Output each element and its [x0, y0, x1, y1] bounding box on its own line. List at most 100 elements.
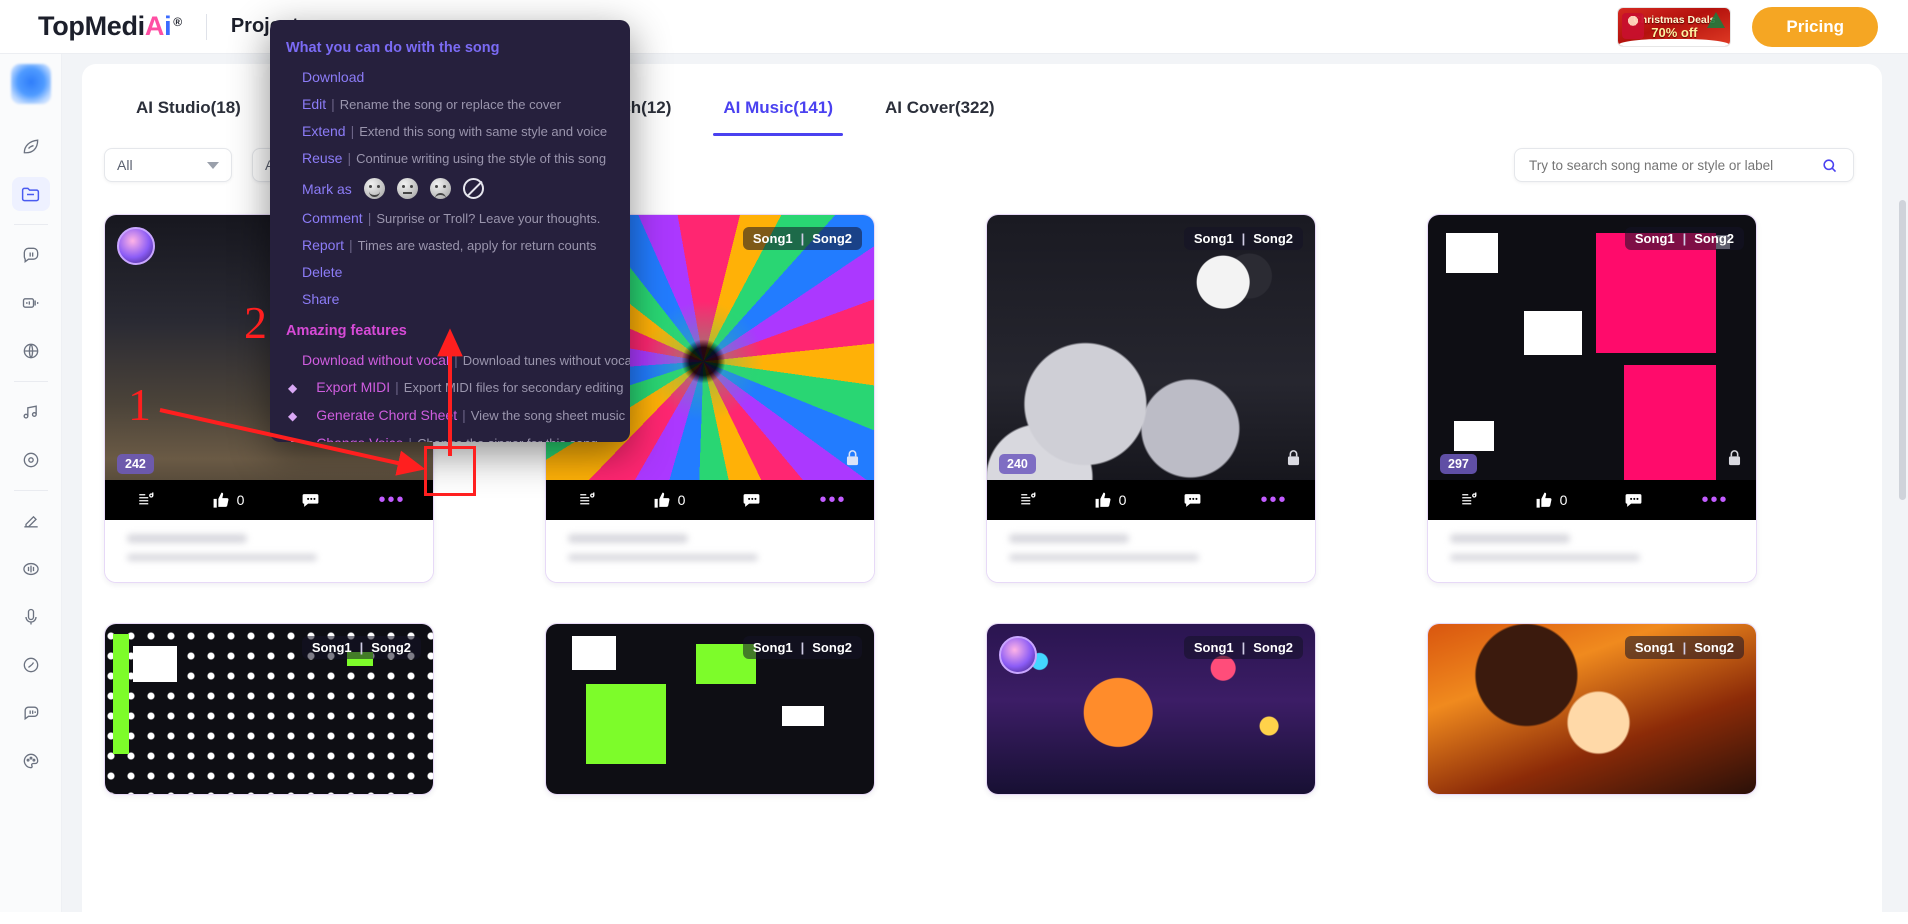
badge-separator: |: [359, 640, 364, 655]
menu-item-edit[interactable]: Edit | Rename the song or replace the cove…: [270, 91, 630, 118]
song-card[interactable]: Song1 | Song2 297 0 •••: [1427, 214, 1757, 583]
menu-item-extend[interactable]: Extend | Extend this song with same style …: [270, 118, 630, 145]
ellipsis-icon: •••: [1701, 489, 1729, 511]
menu-item-export-midi[interactable]: ◆ Export MIDI | Export MIDI files for secon…: [270, 374, 630, 402]
badge-separator: |: [1682, 231, 1687, 246]
menu-item-generate-chord-sheet-desc: View the song sheet music: [470, 408, 626, 423]
search-input[interactable]: [1529, 157, 1815, 173]
song-card[interactable]: Song1 | Song2: [104, 623, 434, 795]
like-button[interactable]: 0: [1510, 480, 1592, 520]
chat-translate-icon[interactable]: [12, 238, 50, 272]
waveform-icon[interactable]: [12, 552, 50, 586]
song-thumbnail[interactable]: Song1 | Song2: [987, 624, 1315, 794]
brand-logo[interactable]: TopMedi Ai ®: [38, 11, 182, 42]
meta-line-2: [1450, 554, 1640, 561]
menu-item-comment-label: Comment: [302, 210, 363, 226]
gem-icon-3: ◆: [288, 437, 297, 442]
promo-line-1: Christmas Deals: [1633, 13, 1716, 26]
cards-icon[interactable]: [12, 286, 50, 320]
song1-label: Song1: [752, 640, 793, 655]
santa-icon: [1622, 12, 1645, 39]
song-card[interactable]: Song1 | Song2 240 0 •••: [986, 214, 1316, 583]
chevron-down-icon: [207, 161, 219, 169]
lyrics-button[interactable]: [546, 480, 628, 520]
menu-item-share-label: Share: [302, 291, 340, 307]
comment-button[interactable]: [1151, 480, 1233, 520]
lyrics-button[interactable]: [987, 480, 1069, 520]
meta-line-2: [1009, 554, 1199, 561]
song2-label: Song2: [812, 231, 852, 246]
song-thumbnail[interactable]: Song1 | Song2 297 0 •••: [1428, 215, 1756, 520]
comment-button[interactable]: [1592, 480, 1674, 520]
chat-voice-icon[interactable]: [12, 696, 50, 730]
more-options-button[interactable]: •••: [1233, 480, 1315, 520]
music-note-icon[interactable]: [12, 395, 50, 429]
card-action-bar: 0 •••: [1428, 480, 1756, 520]
more-options-button[interactable]: •••: [792, 480, 874, 520]
menu-item-delete-label: Delete: [302, 264, 343, 280]
tab-ai-music[interactable]: AI Music(141): [697, 86, 859, 136]
tab-ai-studio[interactable]: AI Studio(18): [110, 86, 267, 130]
like-button[interactable]: 0: [628, 480, 710, 520]
song-card[interactable]: Song1 | Song2: [986, 623, 1316, 795]
promo-line-2: 70% off: [1651, 24, 1698, 40]
menu-item-change-voice-desc: Change the singer for this song: [417, 436, 598, 442]
search-icon[interactable]: [1815, 152, 1843, 178]
sidebar-logo-icon[interactable]: [10, 64, 51, 104]
pricing-button[interactable]: Pricing: [1752, 6, 1878, 47]
menu-item-reuse[interactable]: Reuse | Continue writing using the style o…: [270, 145, 630, 172]
menu-item-download-without-vocal[interactable]: Download without vocal | Download tunes wi…: [270, 347, 630, 374]
christmas-deals-banner[interactable]: Christmas Deals 70% off: [1618, 7, 1731, 46]
mark-smile-icon[interactable]: [363, 178, 385, 199]
pen-icon[interactable]: [12, 504, 50, 538]
leaf-icon[interactable]: [12, 129, 50, 163]
menu-item-delete[interactable]: Delete: [270, 259, 630, 286]
song-card[interactable]: Song1 | Song2: [1427, 623, 1757, 795]
menu-item-download[interactable]: Download: [270, 64, 630, 91]
voice-swap-icon[interactable]: [12, 648, 50, 682]
menu-item-report[interactable]: Report | Times are wasted, apply for retur…: [270, 232, 630, 259]
meta-line-2: [568, 554, 758, 561]
song-thumbnail[interactable]: Song1 | Song2: [105, 624, 433, 794]
mark-sad-icon[interactable]: [429, 178, 451, 199]
menu-item-change-voice[interactable]: ◆Change Voice|Change the singer for this…: [270, 430, 630, 442]
menu-item-edit-label: Edit: [302, 96, 327, 112]
song2-label: Song2: [1694, 231, 1734, 246]
lyrics-button[interactable]: [1428, 480, 1510, 520]
mark-neutral-icon[interactable]: [396, 178, 418, 199]
brand-text: TopMedi: [38, 11, 145, 41]
globe-icon[interactable]: [12, 334, 50, 368]
cover-art-moon-clouds: [987, 215, 1315, 520]
lock-icon: [1284, 447, 1303, 474]
comment-button[interactable]: [269, 480, 351, 520]
more-options-button[interactable]: •••: [351, 480, 433, 520]
song-title-badge: Song1 | Song2: [1624, 227, 1744, 250]
mark-block-icon[interactable]: [462, 178, 484, 199]
song-thumbnail[interactable]: Song1 | Song2: [1428, 624, 1756, 794]
like-count: 0: [1118, 492, 1127, 508]
vertical-scrollbar[interactable]: [1899, 200, 1906, 500]
filter-select-1[interactable]: All: [104, 148, 232, 182]
menu-section-title-actions: What you can do with the song: [286, 40, 500, 56]
song-thumbnail[interactable]: Song1 | Song2: [546, 624, 874, 794]
comment-button[interactable]: [710, 480, 792, 520]
more-options-button[interactable]: •••: [1674, 480, 1756, 520]
like-button[interactable]: 0: [1069, 480, 1151, 520]
like-button[interactable]: 0: [187, 480, 269, 520]
song1-label: Song1: [1193, 231, 1234, 246]
menu-item-share[interactable]: Share: [270, 286, 630, 313]
disc-icon[interactable]: [12, 443, 50, 477]
song-thumbnail[interactable]: Song1 | Song2 240 0 •••: [987, 215, 1315, 520]
search-box[interactable]: [1514, 148, 1854, 182]
song-card[interactable]: Song1 | Song2: [545, 623, 875, 795]
tab-ai-cover[interactable]: AI Cover(322): [859, 86, 1021, 130]
palette-icon[interactable]: [12, 744, 50, 778]
mic-icon[interactable]: [12, 600, 50, 634]
sidebar-item-projects[interactable]: [11, 177, 50, 211]
menu-item-generate-chord-sheet[interactable]: ◆ Generate Chord Sheet | View the song shee…: [270, 402, 630, 430]
sidebar-divider: [13, 224, 48, 225]
brand-i: i: [164, 11, 172, 41]
menu-item-comment[interactable]: Comment | Surprise or Troll? Leave your th…: [270, 205, 630, 232]
lyrics-button[interactable]: [105, 480, 187, 520]
annotation-step-2: 2: [244, 297, 267, 348]
